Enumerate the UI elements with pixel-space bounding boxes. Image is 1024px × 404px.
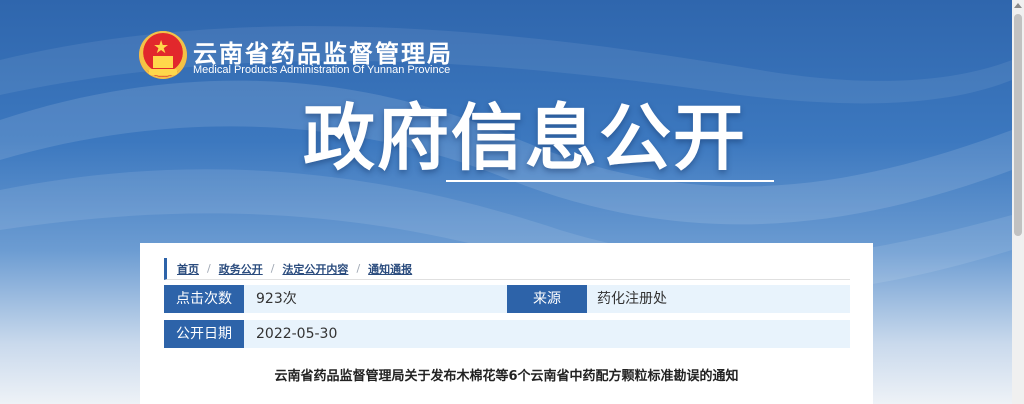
breadcrumb-statutory-content[interactable]: 法定公开内容 xyxy=(282,261,348,277)
scroll-up-arrow-icon[interactable] xyxy=(1014,3,1022,8)
breadcrumb-home[interactable]: 首页 xyxy=(177,261,199,277)
breadcrumb-government-affairs[interactable]: 政务公开 xyxy=(219,261,263,277)
clicks-label: 点击次数 xyxy=(164,285,244,313)
hero-underline xyxy=(446,180,774,182)
emblem-star-icon: ★ xyxy=(153,37,170,58)
site-name-english[interactable]: Medical Products Administration Of Yunna… xyxy=(193,64,473,76)
breadcrumb-notices[interactable]: 通知通报 xyxy=(368,261,412,277)
source-label: 来源 xyxy=(507,285,587,313)
hero-title: 政府信息公开 xyxy=(303,96,748,180)
source-value: 药化注册处 xyxy=(597,291,667,307)
article-title: 云南省药品监督管理局关于发布木棉花等6个云南省中药配方颗粒标准勘误的通知 xyxy=(274,369,739,384)
breadcrumb: 首页 / 政务公开 / 法定公开内容 / 通知通报 xyxy=(164,258,850,280)
publish-date-label: 公开日期 xyxy=(164,320,244,348)
publish-date-value: 2022-05-30 xyxy=(256,326,338,342)
meta-row-clicks-source: 点击次数 923次 来源 药化注册处 xyxy=(164,285,850,313)
breadcrumb-separator: / xyxy=(356,262,361,275)
page-scrollbar[interactable] xyxy=(1012,0,1024,404)
emblem-ribbon-shape xyxy=(149,69,177,75)
content-panel: 首页 / 政务公开 / 法定公开内容 / 通知通报 点击次数 923次 来源 药… xyxy=(140,243,873,404)
emblem-gate-shape xyxy=(153,56,173,68)
clicks-value: 923次 xyxy=(256,291,297,307)
breadcrumb-separator: / xyxy=(270,262,275,275)
breadcrumb-separator: / xyxy=(207,262,211,275)
national-emblem-icon[interactable]: ★ xyxy=(139,31,187,79)
scrollbar-thumb[interactable] xyxy=(1014,14,1022,236)
meta-row-date: 公开日期 2022-05-30 xyxy=(164,320,850,348)
